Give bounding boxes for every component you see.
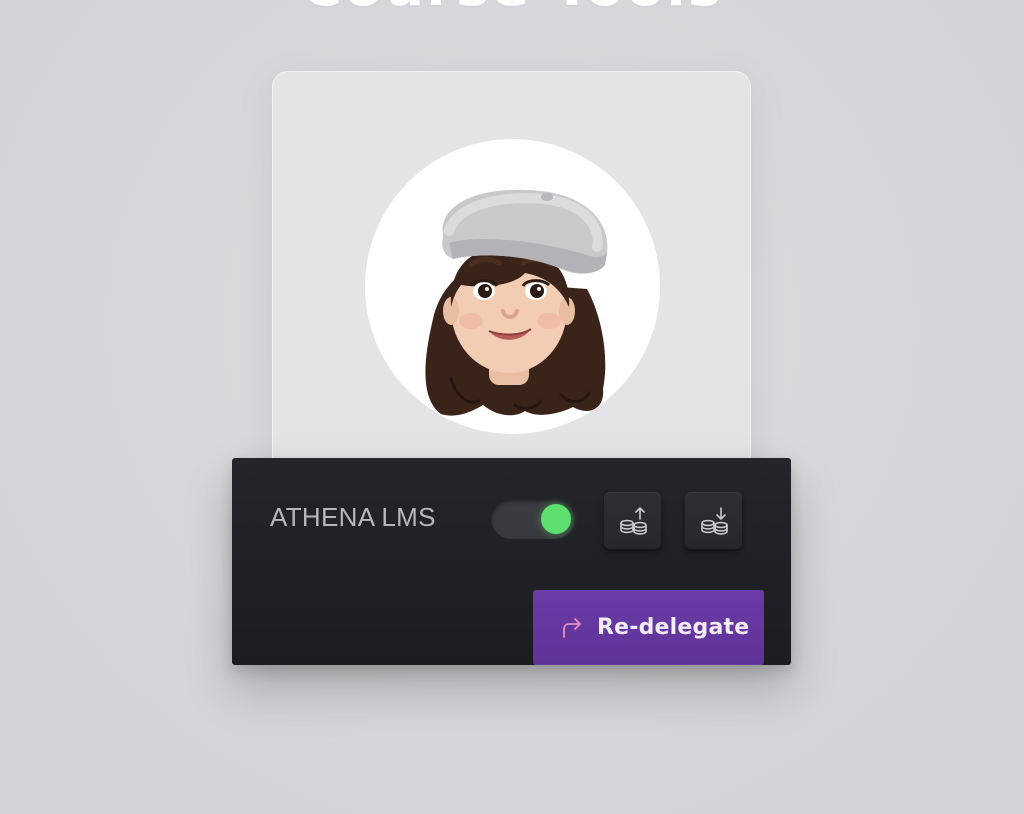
avatar bbox=[365, 139, 660, 434]
re-delegate-button[interactable]: Re-delegate bbox=[533, 590, 764, 665]
org-name: ATHENA LMS bbox=[270, 502, 436, 532]
withdraw-button[interactable] bbox=[685, 492, 742, 549]
coins-arrow-up-icon bbox=[619, 506, 647, 535]
page-title: Course Tools bbox=[0, 0, 1024, 19]
memoji-avatar-icon bbox=[425, 189, 608, 416]
re-delegate-label: Re-delegate bbox=[597, 615, 750, 640]
delegation-panel: ATHENA LMS Re-delegate bbox=[232, 458, 791, 665]
toggle-knob bbox=[541, 504, 571, 534]
enable-toggle[interactable] bbox=[491, 499, 575, 539]
profile-card bbox=[272, 71, 751, 491]
deposit-button[interactable] bbox=[604, 492, 661, 549]
redirect-arrow-icon bbox=[561, 617, 583, 638]
coins-arrow-down-icon bbox=[700, 506, 728, 535]
